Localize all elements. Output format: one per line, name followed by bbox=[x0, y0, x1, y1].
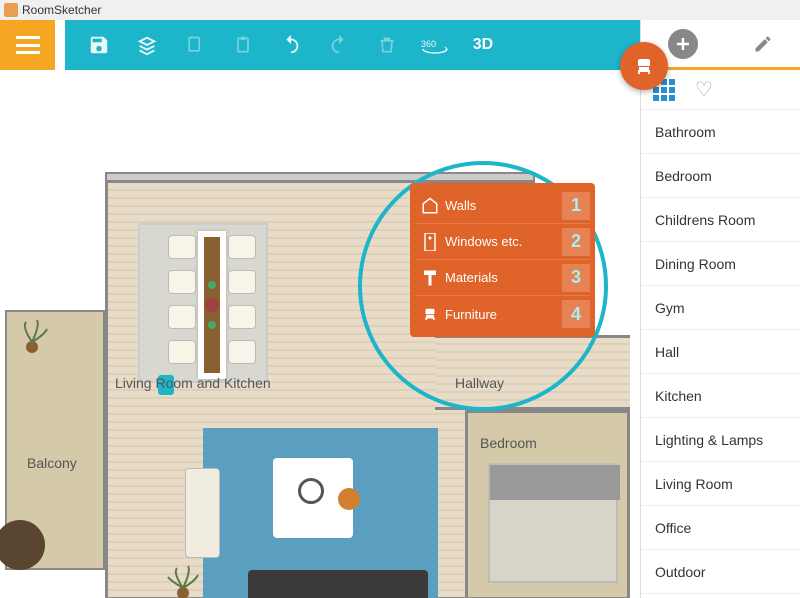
category-item[interactable]: Office bbox=[641, 506, 800, 550]
category-item[interactable]: Outdoor bbox=[641, 550, 800, 594]
delete-button[interactable] bbox=[363, 20, 411, 70]
save-icon bbox=[88, 34, 110, 56]
dining-chair bbox=[168, 340, 196, 364]
app-icon bbox=[4, 3, 18, 17]
living-label: Living Room and Kitchen bbox=[115, 375, 271, 391]
living-rug bbox=[203, 428, 438, 598]
dining-table bbox=[198, 231, 226, 379]
mode-materials[interactable]: Materials 3 bbox=[415, 260, 590, 296]
3d-label: 3D bbox=[473, 36, 493, 54]
windows-icon bbox=[423, 233, 437, 251]
step-number: 2 bbox=[562, 228, 590, 256]
category-item[interactable]: Kitchen bbox=[641, 374, 800, 418]
balcony-label: Balcony bbox=[27, 455, 77, 471]
category-item[interactable]: Lighting & Lamps bbox=[641, 418, 800, 462]
step-number: 4 bbox=[562, 300, 590, 328]
mode-windows[interactable]: Windows etc. 2 bbox=[415, 224, 590, 260]
pencil-icon bbox=[755, 36, 770, 51]
step-number: 1 bbox=[562, 192, 590, 220]
undo-button[interactable] bbox=[267, 20, 315, 70]
bedroom-label: Bedroom bbox=[480, 435, 537, 451]
dining-chair bbox=[168, 305, 196, 329]
levels-button[interactable] bbox=[123, 20, 171, 70]
mode-furniture[interactable]: Furniture 4 bbox=[415, 296, 590, 332]
mode-label: Materials bbox=[445, 270, 562, 285]
360-icon: 360 bbox=[421, 35, 449, 55]
category-item[interactable]: Living Room bbox=[641, 462, 800, 506]
trash-icon bbox=[377, 35, 397, 55]
category-item[interactable]: Bathroom bbox=[641, 110, 800, 154]
copy-icon bbox=[185, 35, 205, 55]
hamburger-icon bbox=[16, 36, 40, 54]
dining-chair bbox=[168, 270, 196, 294]
category-list: Bathroom Bedroom Childrens Room Dining R… bbox=[641, 110, 800, 594]
copy-button[interactable] bbox=[171, 20, 219, 70]
favorites-button[interactable]: ♡ bbox=[695, 77, 713, 102]
mode-walls[interactable]: Walls 1 bbox=[415, 188, 590, 224]
app-title: RoomSketcher bbox=[22, 3, 101, 17]
save-button[interactable] bbox=[75, 20, 123, 70]
category-item[interactable]: Childrens Room bbox=[641, 198, 800, 242]
plant bbox=[163, 563, 203, 598]
chair-icon bbox=[632, 54, 656, 78]
category-item[interactable]: Gym bbox=[641, 286, 800, 330]
hallway-label: Hallway bbox=[455, 375, 504, 391]
paste-button[interactable] bbox=[219, 20, 267, 70]
redo-button[interactable] bbox=[315, 20, 363, 70]
floorplan-canvas[interactable]: Balcony Living Room and Kitchen Hallway … bbox=[0, 70, 640, 598]
undo-icon bbox=[280, 34, 302, 56]
step-number: 3 bbox=[562, 264, 590, 292]
bed bbox=[488, 463, 618, 583]
round-pouf bbox=[338, 488, 360, 510]
armchair bbox=[185, 468, 220, 558]
furniture-mode-button[interactable] bbox=[620, 42, 668, 90]
svg-text:360: 360 bbox=[421, 39, 436, 49]
dining-rug bbox=[138, 223, 268, 383]
3d-button[interactable]: 3D bbox=[459, 20, 507, 70]
mode-menu: Walls 1 Windows etc. 2 Materials 3 Furni… bbox=[410, 183, 595, 337]
clipboard-icon bbox=[233, 35, 253, 55]
edit-button[interactable] bbox=[753, 34, 773, 54]
add-button[interactable] bbox=[668, 29, 698, 59]
sofa bbox=[248, 570, 428, 598]
plant bbox=[12, 317, 52, 357]
plus-icon bbox=[675, 36, 691, 52]
category-item[interactable]: Dining Room bbox=[641, 242, 800, 286]
furniture-icon bbox=[421, 305, 439, 323]
redo-icon bbox=[328, 34, 350, 56]
category-item[interactable]: Hall bbox=[641, 330, 800, 374]
main-toolbar: 360 3D bbox=[65, 20, 640, 70]
360-button[interactable]: 360 bbox=[411, 20, 459, 70]
library-panel: ♡ Bathroom Bedroom Childrens Room Dining… bbox=[640, 20, 800, 598]
category-item[interactable]: Bedroom bbox=[641, 154, 800, 198]
round-tray bbox=[298, 478, 324, 504]
menu-button[interactable] bbox=[0, 20, 55, 70]
hallway bbox=[435, 335, 630, 410]
walls-icon bbox=[421, 197, 439, 215]
mode-label: Walls bbox=[445, 198, 562, 213]
dining-chair bbox=[228, 340, 256, 364]
dining-chair bbox=[228, 270, 256, 294]
materials-icon bbox=[421, 269, 439, 287]
layers-icon bbox=[136, 34, 158, 56]
mode-label: Windows etc. bbox=[445, 234, 562, 249]
dining-chair bbox=[168, 235, 196, 259]
dining-chair bbox=[228, 235, 256, 259]
mode-label: Furniture bbox=[445, 307, 562, 322]
dining-chair bbox=[228, 305, 256, 329]
